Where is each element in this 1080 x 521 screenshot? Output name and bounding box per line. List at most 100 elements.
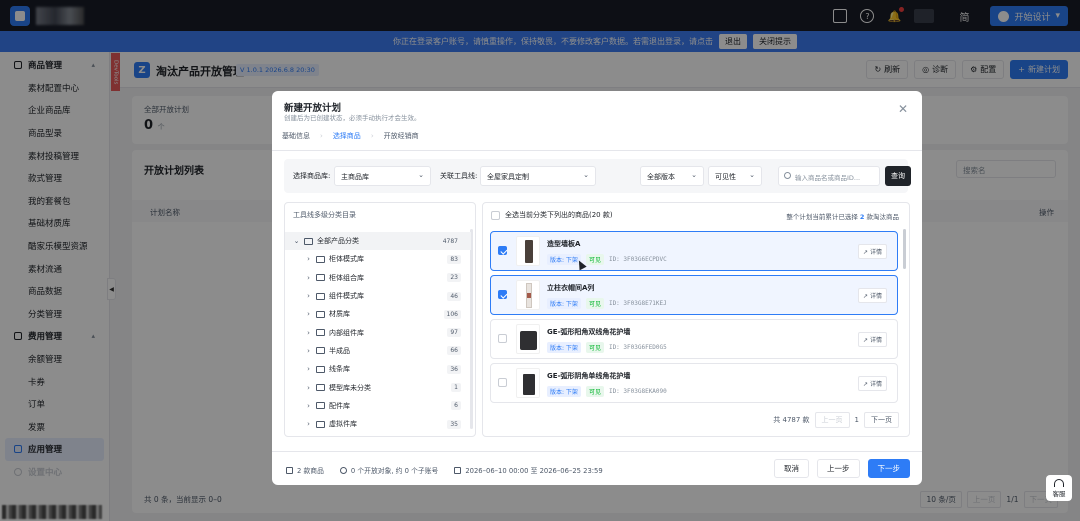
tree-node-label: 材质库 <box>329 310 350 319</box>
tree-node[interactable]: › 半成品 66 <box>285 342 471 360</box>
tree-node-label: 半成品 <box>329 346 350 355</box>
step-nav: 基础信息 › 选择商品 › 开放经销商 <box>282 131 419 141</box>
select-all-checkbox[interactable] <box>491 210 500 220</box>
product-checkbox[interactable] <box>498 334 507 343</box>
tree-node[interactable]: › 材质库 106 <box>285 305 471 323</box>
product-name: GE-弧形阴角单线角花护墙 <box>547 372 631 380</box>
detail-link[interactable]: ↗ 详情 <box>858 376 887 391</box>
tree-node-count: 4787 <box>439 236 461 246</box>
tree-node-count: 46 <box>447 291 461 301</box>
prev-page-button[interactable]: 上一页 <box>814 412 850 428</box>
tree-node[interactable]: › 内部组件库 97 <box>285 323 471 341</box>
tool-line-select[interactable]: 全屋家具定制 ⌄ <box>480 166 596 186</box>
step-open-dealers[interactable]: 开放经销商 <box>384 131 419 141</box>
folder-icon <box>316 402 325 410</box>
visibility-select[interactable]: 可见性 ⌄ <box>708 166 762 186</box>
close-icon[interactable]: ✕ <box>898 102 908 116</box>
tree-node-count: 6 <box>451 401 461 411</box>
product-checkbox[interactable] <box>498 246 507 255</box>
select-all-row[interactable]: 全选当前分类下列出的商品(20 款) <box>491 210 613 220</box>
version-value: 全部版本 <box>647 173 675 181</box>
tree-node-count: 36 <box>447 364 461 374</box>
product-name: GE-弧形阳角双线角花护墙 <box>547 328 631 336</box>
selection-summary: 整个计划当前累计已选择 2 款淘汰商品 <box>786 211 899 221</box>
chevron-right-icon: › <box>307 420 310 429</box>
product-id: ID: 3F03G8E71KEJ <box>608 300 667 307</box>
chevron-right-icon: › <box>370 132 374 140</box>
box-icon <box>286 466 293 474</box>
detail-link[interactable]: ↗ 详情 <box>858 244 887 259</box>
detail-label: 详情 <box>869 293 882 300</box>
selected-goods-info: 2 款商品 <box>286 465 324 475</box>
product-name: 立柱衣帽间A列 <box>547 284 595 292</box>
period-text: 2026–06–10 00:00 至 2026–06–25 23:59 <box>465 467 603 475</box>
tree-node-count: 23 <box>447 273 461 283</box>
step-select-goods[interactable]: 选择商品 <box>333 131 361 141</box>
detail-label: 详情 <box>869 249 882 256</box>
chevron-right-icon: › <box>307 346 310 355</box>
tree-node[interactable]: › 配件库 6 <box>285 397 471 415</box>
note-suffix: 款淘汰商品 <box>866 213 900 221</box>
step-basic-info[interactable]: 基础信息 <box>282 131 310 141</box>
query-button[interactable]: 查询 <box>885 166 911 186</box>
select-all-label: 全选当前分类下列出的商品(20 款) <box>505 211 613 219</box>
chevron-right-icon: › <box>307 365 310 374</box>
tree-node-label: 柜体组合库 <box>329 273 364 282</box>
headset-icon <box>1054 478 1064 487</box>
product-list: 全选当前分类下列出的商品(20 款) 整个计划当前累计已选择 2 款淘汰商品 造… <box>482 202 910 437</box>
tool-line-value: 全屋家具定制 <box>487 173 529 181</box>
product-checkbox[interactable] <box>498 290 507 299</box>
chevron-down-icon: ⌄ <box>583 171 589 179</box>
folder-icon <box>316 365 325 373</box>
folder-icon <box>304 237 313 245</box>
chevron-right-icon: › <box>307 328 310 337</box>
detail-link[interactable]: ↗ 详情 <box>858 332 887 347</box>
folder-icon <box>316 274 325 282</box>
tree-node[interactable]: › 柜体组合库 23 <box>285 269 471 287</box>
tree-node[interactable]: › 模型库未分类 1 <box>285 378 471 396</box>
product-card[interactable]: GE-弧形阴角单线角花护墙 版本: 下架 可见 ID: 3F03G8EKA090 ↗… <box>490 363 898 403</box>
chevron-down-icon: ⌄ <box>418 171 424 179</box>
tree-node-count: 97 <box>447 328 461 338</box>
user-icon <box>339 466 347 474</box>
product-card[interactable]: 立柱衣帽间A列 版本: 下架 可见 ID: 3F03G8E71KEJ ↗ 详情 <box>490 275 898 315</box>
product-card[interactable]: 造型墙板A 版本: 下架 可见 ID: 3F03G6ECPDVC ↗ 详情 <box>490 231 898 271</box>
tool-line-label: 关联工具线: <box>440 172 478 180</box>
goods-search-input[interactable]: 输入商品名或商品ID... <box>778 166 880 186</box>
folder-icon <box>316 420 325 428</box>
product-list-scrollbar[interactable] <box>903 229 906 269</box>
library-label: 选择商品库: <box>293 172 331 180</box>
search-placeholder: 输入商品名或商品ID... <box>795 174 861 182</box>
next-step-button[interactable]: 下一步 <box>867 459 910 478</box>
prev-step-button[interactable]: 上一步 <box>817 459 860 478</box>
folder-icon <box>316 310 325 318</box>
library-value: 主商品库 <box>341 173 369 181</box>
tree-node[interactable]: › 柜体模式库 83 <box>285 250 471 268</box>
modal-footer: 2 款商品 0 个开放对象, 约 0 个子账号 2026–06–10 00:00… <box>272 451 922 485</box>
chevron-right-icon: › <box>307 401 310 410</box>
tree-node[interactable]: › 虚拟件库 35 <box>285 415 471 433</box>
tree-node-label: 线条库 <box>329 365 350 374</box>
new-plan-modal: 新建开放计划 创建后为已创建状态，必须手动执行才会生效。 ✕ 基础信息 › 选择… <box>272 91 922 485</box>
next-page-button[interactable]: 下一页 <box>864 412 899 428</box>
tree-node[interactable]: › 组件模式库 46 <box>285 287 471 305</box>
tree-node[interactable]: › 线条库 36 <box>285 360 471 378</box>
folder-icon <box>316 292 325 300</box>
product-id: ID: 3F03G6FED0G5 <box>608 344 667 351</box>
library-select[interactable]: 主商品库 ⌄ <box>334 166 431 186</box>
modal-divider <box>272 150 922 151</box>
chevron-down-icon: ⌄ <box>749 171 755 179</box>
tree-node-label: 全部产品分类 <box>317 237 359 246</box>
product-card[interactable]: GE-弧形阳角双线角花护墙 版本: 下架 可见 ID: 3F03G6FED0G5 ↗… <box>490 319 898 359</box>
search-icon <box>784 172 791 179</box>
version-select[interactable]: 全部版本 ⌄ <box>640 166 704 186</box>
chevron-right-icon: › <box>320 132 323 140</box>
detail-label: 详情 <box>869 337 882 344</box>
tree-node-root[interactable]: ⌄ 全部产品分类 4787 <box>285 232 471 251</box>
detail-label: 详情 <box>869 381 882 388</box>
customer-service-button[interactable]: 客服 <box>1046 475 1072 501</box>
detail-link[interactable]: ↗ 详情 <box>858 288 887 303</box>
cancel-button[interactable]: 取消 <box>774 459 809 478</box>
product-checkbox[interactable] <box>498 378 507 387</box>
tree-node-label: 虚拟件库 <box>329 420 357 429</box>
